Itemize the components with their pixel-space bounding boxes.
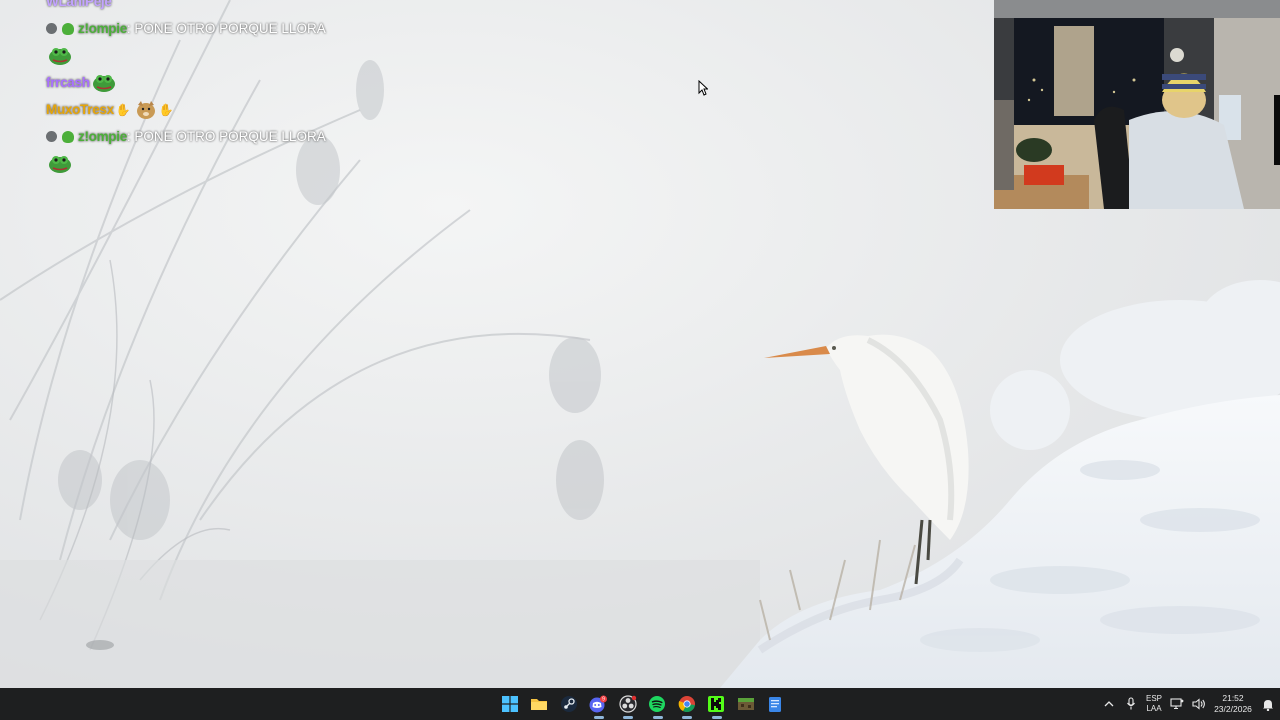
- steam-icon: [560, 696, 577, 712]
- taskbar-app-icons: 9: [495, 688, 790, 720]
- hand-wave-icon: ✋: [115, 102, 131, 117]
- taskbar-kick-button[interactable]: [702, 688, 732, 720]
- windows-logo-icon: [501, 696, 518, 712]
- chat-message: [46, 150, 466, 177]
- webcam-overlay: [994, 0, 1280, 209]
- folder-icon: [531, 699, 548, 710]
- chat-username: WLaniPeje: [46, 0, 112, 9]
- taskbar-chrome-button[interactable]: [672, 688, 702, 720]
- taskbar-discord-button[interactable]: 9: [584, 688, 614, 720]
- notepad-icon: [769, 697, 782, 712]
- chat-message: z!ompie : PONE OTRO PORQUE LLORA: [46, 123, 466, 150]
- chrome-icon: [678, 696, 695, 713]
- badge-icon: [46, 131, 57, 142]
- keyboard-layout-code: LAA: [1146, 704, 1162, 713]
- obs-icon: [619, 695, 637, 713]
- chat-username: z!ompie: [78, 21, 127, 36]
- frog-emote-icon: [49, 47, 71, 65]
- frog-emote-icon: [92, 74, 115, 92]
- taskbar-file-explorer-button[interactable]: [525, 688, 555, 720]
- chat-message: z!ompie : PONE OTRO PORQUE LLORA: [46, 15, 466, 42]
- notifications-button[interactable]: [1256, 688, 1280, 720]
- mouse-cursor-icon: [698, 80, 708, 96]
- language-code: ESP: [1145, 694, 1162, 703]
- language-indicator[interactable]: ESP LAA: [1142, 688, 1166, 720]
- network-button[interactable]: [1166, 688, 1188, 720]
- taskbar-steam-button[interactable]: [554, 688, 584, 720]
- volume-button[interactable]: [1188, 688, 1210, 720]
- system-tray: ESP LAA 21:52 23/2/2026: [1098, 688, 1280, 720]
- badge-icon: [46, 23, 57, 34]
- discord-icon: 9: [589, 695, 608, 713]
- bell-icon: [1263, 699, 1273, 711]
- network-monitor-icon: [1170, 698, 1184, 710]
- chat-text: : PONE OTRO PORQUE LLORA: [126, 129, 326, 144]
- taskbar-obs-button[interactable]: [613, 688, 643, 720]
- hand-wave-icon: ✋: [158, 102, 174, 117]
- speaker-icon: [1192, 698, 1205, 710]
- clock-time: 21:52: [1222, 693, 1244, 703]
- chevron-up-icon: [1104, 701, 1114, 707]
- chat-message: MuxoTresx ✋ ✋: [46, 96, 466, 123]
- taskbar-minecraft-button[interactable]: [731, 688, 761, 720]
- frog-emote-icon: [49, 155, 71, 173]
- chat-message: frrcash: [46, 69, 466, 96]
- webcam-feed-image: [994, 0, 1280, 209]
- taskbar-notepad-button[interactable]: [761, 688, 791, 720]
- chat-username: z!ompie: [78, 129, 127, 144]
- frog-badge-icon: [62, 130, 74, 143]
- clock-button[interactable]: 21:52 23/2/2026: [1210, 688, 1256, 720]
- microphone-icon: [1127, 697, 1135, 710]
- chat-text: : PONE OTRO PORQUE LLORA: [126, 21, 326, 36]
- kick-icon: [708, 696, 725, 712]
- taskbar-spotify-button[interactable]: [643, 688, 673, 720]
- notification-badge: 9: [602, 697, 605, 703]
- start-button[interactable]: [495, 688, 525, 720]
- stream-chat-overlay: WLaniPeje z!ompie : PONE OTRO PORQUE LLO…: [46, 0, 466, 177]
- chat-username: MuxoTresx: [46, 102, 114, 117]
- chat-message: [46, 42, 466, 69]
- minecraft-icon: [737, 698, 754, 710]
- spotify-icon: [649, 696, 666, 712]
- chat-message: WLaniPeje: [46, 0, 466, 15]
- clock-date: 23/2/2026: [1214, 704, 1252, 714]
- doge-emote-icon: [136, 100, 155, 119]
- show-hidden-icons-button[interactable]: [1098, 688, 1120, 720]
- microphone-button[interactable]: [1120, 688, 1142, 720]
- taskbar: 9 ESP LAA 21:52 23/2/2026: [0, 688, 1280, 720]
- frog-badge-icon: [62, 22, 74, 35]
- chat-username: frrcash: [46, 75, 90, 90]
